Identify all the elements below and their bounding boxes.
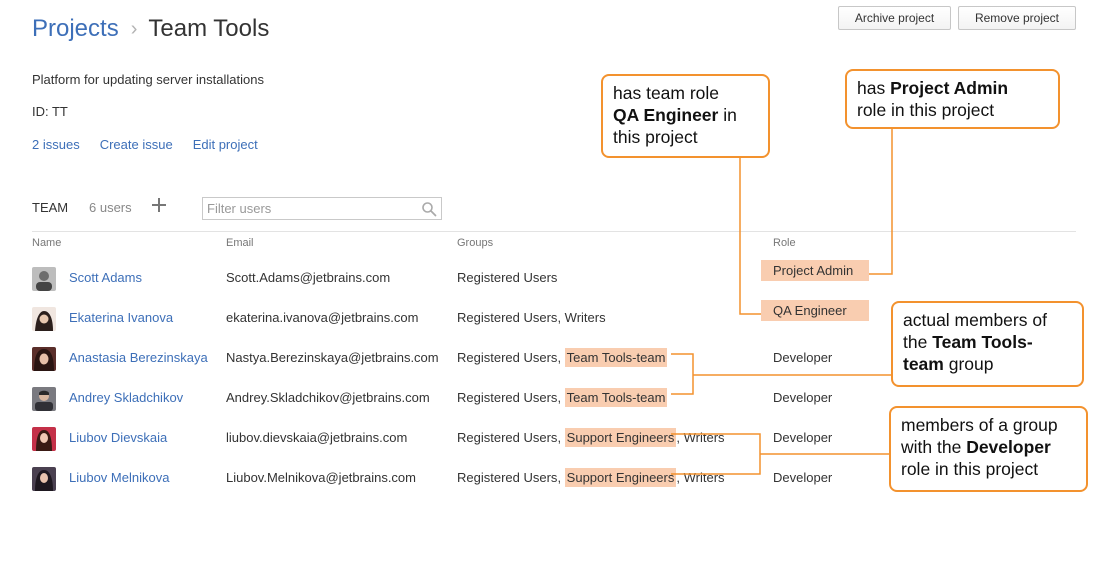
user-email: Liubov.Melnikova@jetbrains.com	[226, 470, 416, 485]
callout-text: with the	[901, 437, 967, 457]
page-title: Team Tools	[148, 15, 270, 42]
callout-emphasis: Developer	[966, 437, 1051, 457]
column-header-role: Role	[773, 237, 796, 249]
group-team-tools-team: Team Tools-team	[564, 388, 668, 407]
user-groups: Registered Users, Team Tools-team	[457, 348, 668, 367]
user-groups: Registered Users, Writers	[457, 310, 606, 325]
role-highlight: QA Engineer	[761, 300, 869, 321]
callout-project-admin: has Project Admin role in this project	[845, 69, 1060, 129]
callout-text: actual members of	[903, 310, 1047, 330]
user-role: Developer	[773, 470, 833, 485]
user-name-link[interactable]: Scott Adams	[69, 270, 142, 285]
callout-developer-group: members of a group with the Developer ro…	[889, 406, 1088, 492]
callout-emphasis: team	[903, 354, 944, 374]
avatar	[32, 427, 56, 451]
archive-project-button[interactable]: Archive project	[838, 6, 951, 30]
project-id: ID: TT	[32, 104, 68, 119]
user-groups: Registered Users, Support Engineers, Wri…	[457, 428, 725, 447]
breadcrumb-projects-link[interactable]: Projects	[32, 15, 119, 43]
create-issue-link[interactable]: Create issue	[100, 137, 173, 152]
user-groups: Registered Users	[457, 270, 557, 285]
table-divider	[32, 231, 1076, 232]
user-email: Nastya.Berezinskaya@jetbrains.com	[226, 350, 439, 365]
callout-text: has Project Admin	[857, 77, 1048, 99]
callout-text: the	[903, 332, 933, 352]
filter-users-field[interactable]	[202, 197, 442, 220]
callout-text: has team role	[613, 83, 720, 103]
user-name-link[interactable]: Liubov Melnikova	[69, 470, 169, 485]
user-email: Andrey.Skladchikov@jetbrains.com	[226, 390, 430, 405]
callout-qa-engineer: has team role QA Engineer in this projec…	[601, 74, 770, 158]
remove-project-button[interactable]: Remove project	[958, 6, 1076, 30]
callout-team-tools-group: actual members of the Team Tools- team g…	[891, 301, 1084, 387]
search-icon[interactable]	[421, 201, 437, 217]
connector-admin	[869, 127, 893, 275]
callout-text: with the Developer	[901, 436, 1076, 458]
group-team-tools-team: Team Tools-team	[564, 348, 668, 367]
group-writers: Writers	[564, 310, 606, 325]
user-name-link[interactable]: Anastasia Berezinskaya	[69, 350, 208, 365]
user-name-link[interactable]: Andrey Skladchikov	[69, 390, 183, 405]
user-groups: Registered Users, Support Engineers, Wri…	[457, 468, 725, 487]
callout-text: in	[718, 105, 737, 125]
callout-text: role in this project	[857, 100, 995, 120]
user-groups: Registered Users, Team Tools-team	[457, 388, 668, 407]
filter-users-input[interactable]	[207, 200, 417, 217]
group-writers: Writers	[683, 430, 725, 445]
user-role: QA Engineer	[773, 303, 847, 318]
column-header-email: Email	[226, 237, 254, 249]
table-row: Scott Adams Scott.Adams@jetbrains.com Re…	[0, 257, 1108, 297]
project-description: Platform for updating server installatio…	[32, 72, 264, 87]
add-user-plus-icon[interactable]	[150, 196, 168, 214]
user-role: Project Admin	[773, 263, 854, 278]
callout-text: team group	[903, 353, 1072, 375]
user-role: Developer	[773, 430, 833, 445]
avatar	[32, 307, 56, 331]
group-support-engineers: Support Engineers	[564, 468, 677, 487]
avatar	[32, 467, 56, 491]
callout-text: role in this project	[901, 459, 1039, 479]
callout-text: members of a group	[901, 415, 1058, 435]
callout-text: QA Engineer in	[613, 104, 758, 126]
team-user-count: 6 users	[89, 200, 132, 215]
group-registered-users: Registered Users	[457, 390, 558, 405]
group-registered-users: Registered Users	[457, 350, 558, 365]
callout-emphasis: QA Engineer	[613, 105, 719, 125]
column-header-groups: Groups	[457, 237, 494, 249]
callout-text: has	[857, 78, 891, 98]
edit-project-link[interactable]: Edit project	[193, 137, 258, 152]
callout-text: group	[943, 354, 994, 374]
callout-emphasis: Project Admin	[890, 78, 1009, 98]
issues-link[interactable]: 2 issues	[32, 137, 80, 152]
user-email: liubov.dievskaia@jetbrains.com	[226, 430, 408, 445]
project-links: 2 issues Create issue Edit project	[32, 137, 278, 152]
user-email: Scott.Adams@jetbrains.com	[226, 270, 391, 285]
group-registered-users: Registered Users	[457, 430, 558, 445]
breadcrumb-separator: ›	[130, 17, 138, 40]
user-name-link[interactable]: Liubov Dievskaia	[69, 430, 167, 445]
group-registered-users: Registered Users	[457, 310, 558, 325]
group-registered-users: Registered Users	[457, 270, 558, 285]
avatar	[32, 267, 56, 291]
callout-text: the Team Tools-	[903, 331, 1072, 353]
team-section-label: TEAM	[32, 200, 69, 215]
callout-emphasis: Team Tools-	[932, 332, 1033, 352]
group-writers: Writers	[683, 470, 725, 485]
user-role: Developer	[773, 390, 833, 405]
column-header-name: Name	[32, 237, 62, 249]
avatar	[32, 387, 56, 411]
avatar	[32, 347, 56, 371]
user-email: ekaterina.ivanova@jetbrains.com	[226, 310, 419, 325]
callout-text: this project	[613, 127, 698, 147]
group-support-engineers: Support Engineers	[564, 428, 677, 447]
group-registered-users: Registered Users	[457, 470, 558, 485]
breadcrumb: Projects › Team Tools	[32, 15, 269, 43]
role-highlight: Project Admin	[761, 260, 869, 281]
user-name-link[interactable]: Ekaterina Ivanova	[69, 310, 173, 325]
user-role: Developer	[773, 350, 833, 365]
